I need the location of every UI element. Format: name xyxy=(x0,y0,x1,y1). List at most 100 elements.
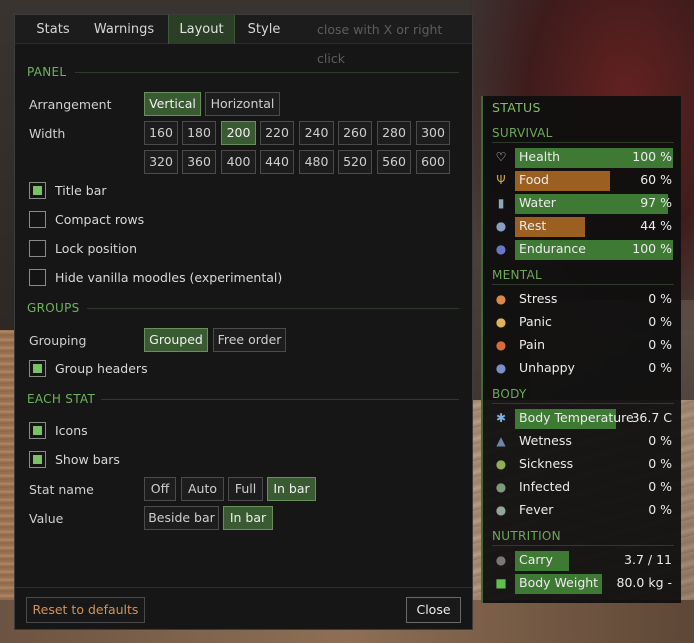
stat-value: 0 % xyxy=(648,337,672,352)
width-520-button[interactable]: 520 xyxy=(338,150,372,174)
width-label: Width xyxy=(29,126,66,141)
stat-row-wetness: ▲ Wetness 0 % xyxy=(492,431,676,452)
section-nutrition: NUTRITION xyxy=(492,529,561,543)
stat-name: Food xyxy=(519,172,549,187)
stat-name: Fever xyxy=(519,502,554,517)
panic-face-icon: ● xyxy=(495,315,507,329)
width-260-button[interactable]: 260 xyxy=(338,121,372,145)
stat-name: Water xyxy=(519,195,556,210)
unhappy-face-icon: ● xyxy=(495,361,507,375)
section-each-stat: EACH STAT xyxy=(27,392,96,406)
grouping-label: Grouping xyxy=(29,333,87,348)
moon-icon: ● xyxy=(495,219,507,233)
width-440-button[interactable]: 440 xyxy=(260,150,294,174)
stat-name: Body Weight xyxy=(519,575,599,590)
width-360-button[interactable]: 360 xyxy=(182,150,216,174)
stat-name: Wetness xyxy=(519,433,572,448)
group-headers-checkbox[interactable] xyxy=(29,360,46,377)
title-bar-checkbox[interactable] xyxy=(29,182,46,199)
stat-row-sickness: ● Sickness 0 % xyxy=(492,454,676,475)
hide-vanilla-moodles-checkbox[interactable] xyxy=(29,269,46,286)
zombie-face-icon: ● xyxy=(495,480,507,494)
stat-name-in-bar-button[interactable]: In bar xyxy=(267,477,316,501)
stat-row-health: ♡ Health 100 % xyxy=(492,147,676,168)
stat-name-auto-button[interactable]: Auto xyxy=(181,477,224,501)
stat-name-off-button[interactable]: Off xyxy=(144,477,176,501)
width-180-button[interactable]: 180 xyxy=(182,121,216,145)
section-groups: GROUPS xyxy=(27,301,80,315)
stat-name: Pain xyxy=(519,337,546,352)
stat-value: 0 % xyxy=(648,291,672,306)
fever-face-icon: ● xyxy=(495,503,507,517)
stat-value: 0 % xyxy=(648,479,672,494)
tab-style[interactable]: Style xyxy=(239,15,289,44)
stat-name: Rest xyxy=(519,218,547,233)
arrangement-vertical-button[interactable]: Vertical xyxy=(144,92,201,116)
stat-value: 100 % xyxy=(632,241,672,256)
section-divider xyxy=(101,399,459,400)
value-beside-bar-button[interactable]: Beside bar xyxy=(144,506,219,530)
stat-row-carry: ● Carry 3.7 / 11 xyxy=(492,550,676,571)
grouping-free-order-button[interactable]: Free order xyxy=(213,328,286,352)
section-divider xyxy=(492,142,674,143)
lock-position-label: Lock position xyxy=(55,241,137,256)
square-icon: ■ xyxy=(495,576,507,590)
icons-checkbox[interactable] xyxy=(29,422,46,439)
width-480-button[interactable]: 480 xyxy=(299,150,334,174)
stat-value: 0 % xyxy=(648,433,672,448)
width-280-button[interactable]: 280 xyxy=(377,121,411,145)
stat-row-unhappy: ● Unhappy 0 % xyxy=(492,358,676,379)
lock-position-checkbox[interactable] xyxy=(29,240,46,257)
value-label: Value xyxy=(29,511,64,526)
stress-face-icon: ● xyxy=(495,292,507,306)
stat-name: Infected xyxy=(519,479,571,494)
tab-layout[interactable]: Layout xyxy=(168,15,235,44)
stat-row-water: ▮ Water 97 % xyxy=(492,193,676,214)
arrangement-horizontal-button[interactable]: Horizontal xyxy=(205,92,280,116)
width-220-button[interactable]: 220 xyxy=(260,121,294,145)
stat-value: 97 % xyxy=(640,195,672,210)
reset-to-defaults-button[interactable]: Reset to defaults xyxy=(26,597,145,623)
settings-panel: Stats Warnings Layout Style close with X… xyxy=(14,14,473,630)
stat-row-endurance: ● Endurance 100 % xyxy=(492,239,676,260)
group-headers-label: Group headers xyxy=(55,361,148,376)
weight-icon: ● xyxy=(495,553,507,567)
stat-name: Carry xyxy=(519,552,553,567)
arrangement-label: Arrangement xyxy=(29,97,112,112)
grouping-grouped-button[interactable]: Grouped xyxy=(144,328,208,352)
heart-icon: ♡ xyxy=(495,150,507,164)
stat-value: 44 % xyxy=(640,218,672,233)
section-body: BODY xyxy=(492,387,527,401)
close-button[interactable]: Close xyxy=(406,597,461,623)
status-panel[interactable]: STATUS SURVIVAL ♡ Health 100 % Ψ Food 60 % ▮ Wa… xyxy=(481,96,681,603)
stat-value: 0 % xyxy=(648,456,672,471)
width-400-button[interactable]: 400 xyxy=(221,150,256,174)
stat-value: 0 % xyxy=(648,314,672,329)
section-divider xyxy=(492,403,674,404)
width-160-button[interactable]: 160 xyxy=(144,121,178,145)
section-divider xyxy=(75,72,459,73)
width-560-button[interactable]: 560 xyxy=(377,150,411,174)
show-bars-checkbox[interactable] xyxy=(29,451,46,468)
section-mental: MENTAL xyxy=(492,268,543,282)
stat-name: Stress xyxy=(519,291,558,306)
width-600-button[interactable]: 600 xyxy=(416,150,450,174)
width-200-button[interactable]: 200 xyxy=(221,121,256,145)
width-320-button[interactable]: 320 xyxy=(144,150,178,174)
width-300-button[interactable]: 300 xyxy=(416,121,450,145)
section-divider xyxy=(492,545,674,546)
tab-warnings[interactable]: Warnings xyxy=(87,15,161,44)
compact-rows-checkbox[interactable] xyxy=(29,211,46,228)
stat-row-infected: ● Infected 0 % xyxy=(492,477,676,498)
stat-row-stress: ● Stress 0 % xyxy=(492,289,676,310)
stat-value: 60 % xyxy=(640,172,672,187)
stat-row-fever: ● Fever 0 % xyxy=(492,500,676,521)
tab-bar: Stats Warnings Layout Style close with X… xyxy=(15,15,472,66)
width-240-button[interactable]: 240 xyxy=(299,121,334,145)
section-panel: PANEL xyxy=(27,65,67,79)
value-in-bar-button[interactable]: In bar xyxy=(223,506,273,530)
sick-face-icon: ● xyxy=(495,457,507,471)
tab-stats[interactable]: Stats xyxy=(25,15,81,44)
stat-name: Unhappy xyxy=(519,360,575,375)
stat-name-full-button[interactable]: Full xyxy=(228,477,263,501)
